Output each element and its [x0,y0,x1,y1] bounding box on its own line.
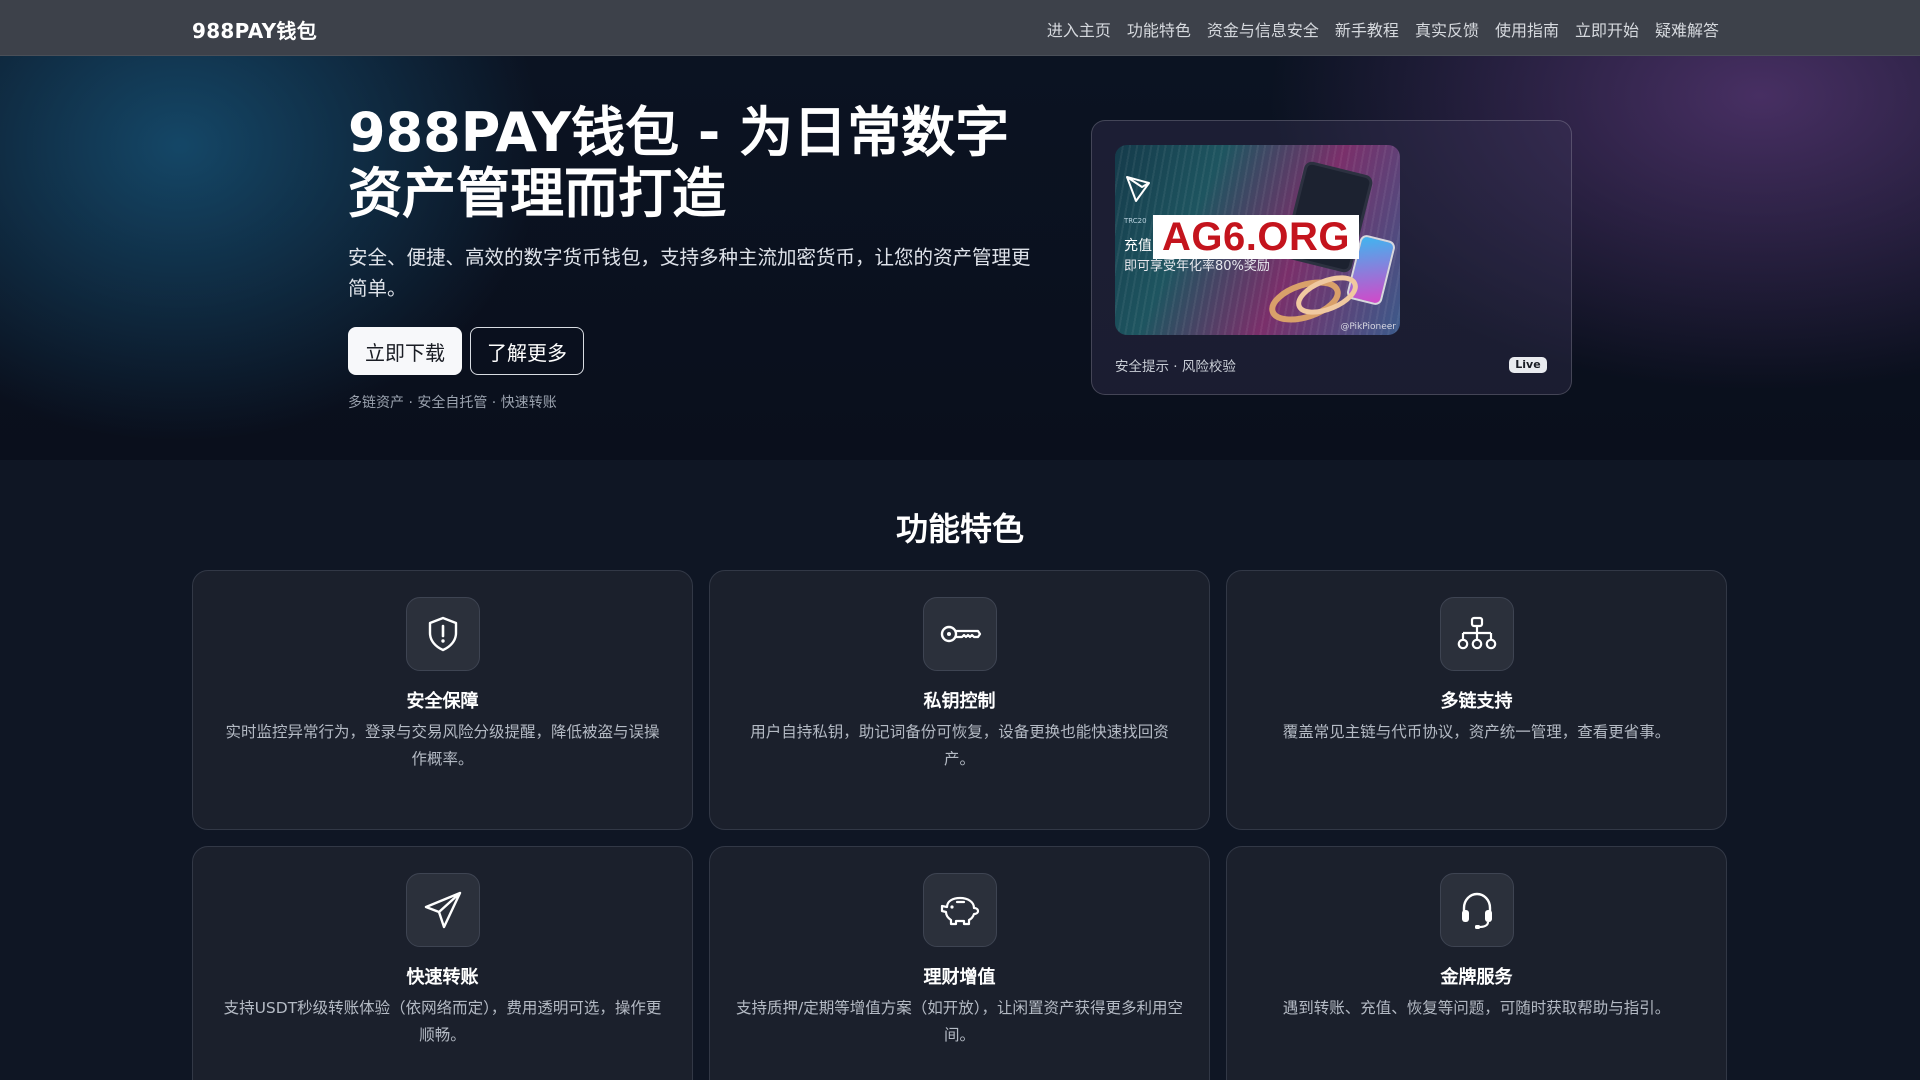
shield-alert-icon [428,616,458,652]
feature-title: 金牌服务 [1440,967,1513,988]
promo-credit: @PikPioneer [1340,322,1396,332]
learn-more-button[interactable]: 了解更多 [470,327,584,375]
feature-title: 私钥控制 [923,691,996,712]
hero-tagline: 多链资产 · 安全自托管 · 快速转账 [348,395,557,411]
nav-link-security[interactable]: 资金与信息安全 [1207,17,1319,41]
top-navbar: 988PAY钱包 进入主页 功能特色 资金与信息安全 新手教程 真实反馈 使用指… [0,0,1920,56]
nav-link-tutorial[interactable]: 新手教程 [1335,17,1399,41]
live-badge: Live [1509,357,1547,373]
feature-icon-box [923,873,997,947]
feature-description: 支持USDT秒级转账体验（依网络而定），费用透明可选，操作更顺畅。 [223,999,662,1044]
feature-description: 遇到转账、充值、恢复等问题，可随时获取帮助与指引。 [1282,999,1671,1017]
paper-plane-icon [424,891,462,929]
feature-description: 实时监控异常行为，登录与交易风险分级提醒，降低被盗与误操作概率。 [225,723,660,768]
feature-icon-box [406,597,480,671]
download-button[interactable]: 立即下载 [348,327,462,375]
feature-card-multichain: 多链支持 覆盖常见主链与代币协议，资产统一管理，查看更省事。 [1226,570,1727,830]
promo-banner-image[interactable]: TRC20 充值 即可享受年化率80%奖励 AG6.ORG @PikPionee… [1115,145,1400,335]
network-icon [1457,616,1497,650]
gold-rings-image [1269,275,1358,323]
nav-link-features[interactable]: 功能特色 [1127,17,1191,41]
hero-card-caption: 安全提示 · 风险校验 [1115,359,1236,375]
brand-logo[interactable]: 988PAY钱包 [192,15,317,44]
feature-card-service: 金牌服务 遇到转账、充值、恢复等问题，可随时获取帮助与指引。 [1226,846,1727,1080]
feature-description: 支持质押/定期等增值方案（如开放），让闲置资产获得更多利用空间。 [736,999,1183,1044]
nav-links: 进入主页 功能特色 资金与信息安全 新手教程 真实反馈 使用指南 立即开始 疑难… [1047,17,1719,41]
nav-link-start[interactable]: 立即开始 [1575,17,1639,41]
feature-title: 多链支持 [1440,691,1513,712]
features-grid: 安全保障 实时监控异常行为，登录与交易风险分级提醒，降低被盗与误操作概率。 私钥… [192,570,1728,1080]
headset-icon [1462,892,1492,929]
nav-link-home[interactable]: 进入主页 [1047,17,1111,41]
feature-description: 用户自持私钥，助记词备份可恢复，设备更换也能快速找回资产。 [750,723,1169,768]
feature-card-fast-transfer: 快速转账 支持USDT秒级转账体验（依网络而定），费用透明可选，操作更顺畅。 [192,846,693,1080]
key-icon [940,625,982,643]
promo-watermark: AG6.ORG [1153,215,1359,259]
promo-small-label: TRC20 [1124,217,1147,225]
feature-card-private-key: 私钥控制 用户自持私钥，助记词备份可恢复，设备更换也能快速找回资产。 [709,570,1210,830]
feature-icon-box [1440,597,1514,671]
promo-headline: 充值 [1124,238,1152,254]
feature-icon-box [406,873,480,947]
hero-section: 988PAY钱包 - 为日常数字资产管理而打造 安全、便捷、高效的数字货币钱包，… [0,56,1920,460]
hero-card: TRC20 充值 即可享受年化率80%奖励 AG6.ORG @PikPionee… [1091,120,1572,395]
feature-title: 理财增值 [923,967,996,988]
feature-title: 安全保障 [406,691,479,712]
feature-card-wealth: 理财增值 支持质押/定期等增值方案（如开放），让闲置资产获得更多利用空间。 [709,846,1210,1080]
nav-link-faq[interactable]: 疑难解答 [1655,17,1719,41]
features-title: 功能特色 [895,510,1024,548]
feature-title: 快速转账 [406,967,479,988]
feature-icon-box [923,597,997,671]
feature-icon-box [1440,873,1514,947]
nav-link-guide[interactable]: 使用指南 [1495,17,1559,41]
feature-description: 覆盖常见主链与代币协议，资产统一管理，查看更省事。 [1282,723,1671,741]
piggy-bank-icon [940,896,980,926]
nav-link-feedback[interactable]: 真实反馈 [1415,17,1479,41]
hero-subtitle: 安全、便捷、高效的数字货币钱包，支持多种主流加密货币，让您的资产管理更简单。 [348,246,1031,300]
feature-card-security: 安全保障 实时监控异常行为，登录与交易风险分级提醒，降低被盗与误操作概率。 [192,570,693,830]
tron-logo-icon [1126,176,1150,202]
hero-title: 988PAY钱包 - 为日常数字资产管理而打造 [348,101,1010,225]
